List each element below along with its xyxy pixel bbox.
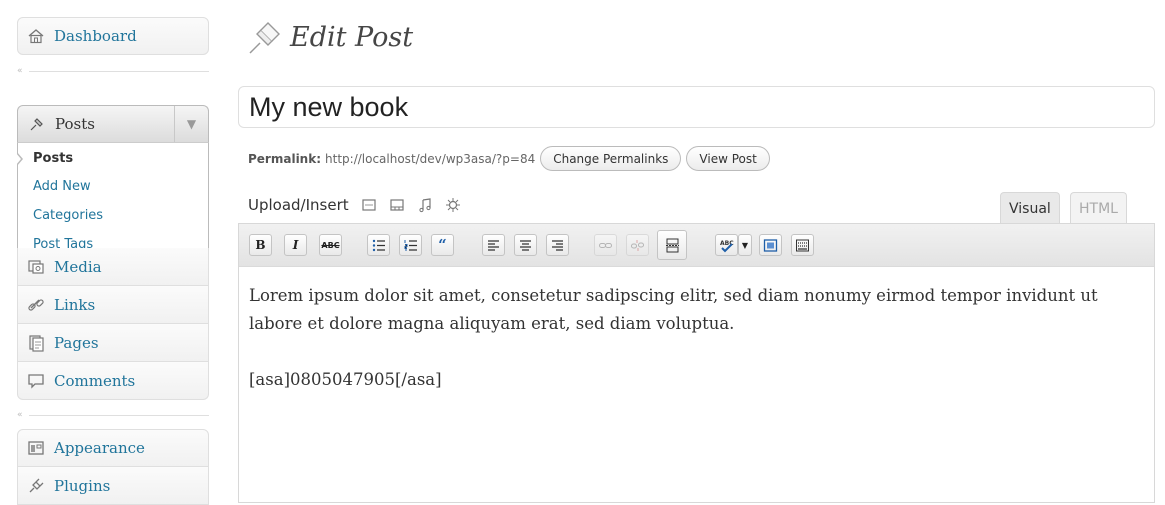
sidebar-item-links[interactable]: Links bbox=[17, 286, 209, 324]
fullscreen-button[interactable] bbox=[759, 234, 782, 256]
sidebar-item-comments[interactable]: Comments bbox=[17, 362, 209, 400]
home-icon bbox=[27, 27, 45, 45]
page-title: Edit Post bbox=[290, 22, 414, 53]
permalink-row: Permalink: http://localhost/dev/wp3asa/?… bbox=[248, 146, 770, 171]
spellcheck-dropdown-icon[interactable]: ▼ bbox=[738, 234, 752, 256]
spellcheck-button[interactable]: ABC bbox=[715, 234, 738, 256]
add-audio-icon[interactable] bbox=[417, 197, 433, 213]
pages-icon bbox=[27, 334, 45, 352]
kitchen-sink-button[interactable] bbox=[791, 234, 814, 256]
bullet-list-icon bbox=[372, 239, 385, 251]
sidebar-item-appearance[interactable]: Appearance bbox=[17, 429, 209, 467]
comment-bubble-icon bbox=[27, 372, 45, 390]
bold-button[interactable]: B bbox=[249, 234, 272, 256]
unlink-icon bbox=[631, 239, 644, 251]
sidebar-item-media[interactable]: Media bbox=[17, 248, 209, 286]
sidebar-item-label: Plugins bbox=[54, 477, 111, 495]
collapse-icon[interactable]: « bbox=[17, 66, 23, 76]
menu-separator: « bbox=[17, 409, 209, 421]
link-icon bbox=[27, 296, 45, 314]
tab-visual[interactable]: Visual bbox=[1000, 192, 1060, 224]
align-left-icon bbox=[488, 239, 499, 251]
editor-content[interactable]: Lorem ipsum dolor sit amet, consetetur s… bbox=[249, 282, 1134, 422]
permalink-url[interactable]: http://localhost/dev/wp3asa/?p=84 bbox=[325, 152, 535, 166]
sidebar-item-label: Dashboard bbox=[54, 27, 137, 45]
upload-insert-row: Upload/Insert bbox=[248, 196, 461, 214]
post-title-input[interactable] bbox=[238, 86, 1155, 128]
align-center-button[interactable] bbox=[514, 234, 537, 256]
italic-button[interactable]: I bbox=[284, 234, 307, 256]
content-paragraph: [asa]0805047905[/asa] bbox=[249, 370, 442, 389]
pushpin-icon bbox=[249, 22, 280, 54]
sidebar-item-plugins[interactable]: Plugins bbox=[17, 467, 209, 505]
current-arrow-icon bbox=[16, 152, 23, 166]
add-image-icon[interactable] bbox=[361, 197, 377, 213]
upload-insert-label: Upload/Insert bbox=[248, 196, 349, 214]
insert-more-button[interactable] bbox=[657, 230, 687, 260]
numbered-list-icon bbox=[404, 239, 417, 251]
blockquote-button[interactable]: “ bbox=[431, 234, 454, 256]
media-icon bbox=[27, 258, 45, 276]
sidebar-item-pages[interactable]: Pages bbox=[17, 324, 209, 362]
svg-text:ABC: ABC bbox=[720, 240, 734, 247]
add-media-icon[interactable] bbox=[445, 197, 461, 213]
sidebar-item-label: Appearance bbox=[54, 439, 145, 457]
appearance-icon bbox=[27, 439, 45, 457]
view-post-button[interactable]: View Post bbox=[686, 146, 770, 171]
permalink-label: Permalink: bbox=[248, 151, 322, 166]
align-left-button[interactable] bbox=[482, 234, 505, 256]
spellcheck-icon: ABC bbox=[720, 240, 734, 252]
plug-icon bbox=[27, 477, 45, 495]
change-permalinks-button[interactable]: Change Permalinks bbox=[540, 146, 682, 171]
editor-toolbar: B I ABC “ ABC ▼ bbox=[239, 224, 1154, 267]
posts-submenu: Posts Add New Categories Post Tags bbox=[16, 142, 209, 259]
sidebar-item-dashboard[interactable]: Dashboard bbox=[17, 17, 209, 55]
chevron-down-icon[interactable]: ▼ bbox=[174, 106, 208, 142]
kitchen-sink-icon bbox=[796, 239, 809, 251]
collapse-icon[interactable]: « bbox=[17, 410, 23, 420]
add-video-icon[interactable] bbox=[389, 197, 405, 213]
menu-separator: « bbox=[17, 65, 209, 77]
unlink-button[interactable] bbox=[626, 234, 649, 256]
more-tag-icon bbox=[665, 238, 679, 252]
pushpin-icon bbox=[28, 115, 46, 133]
sidebar-item-label: Posts bbox=[55, 115, 95, 133]
insert-link-button[interactable] bbox=[594, 234, 617, 256]
bullet-list-button[interactable] bbox=[367, 234, 390, 256]
submenu-item-posts[interactable]: Posts bbox=[33, 151, 73, 166]
sidebar-item-label: Links bbox=[54, 296, 96, 314]
tab-html[interactable]: HTML bbox=[1070, 192, 1127, 224]
numbered-list-button[interactable] bbox=[399, 234, 422, 256]
submenu-item-categories[interactable]: Categories bbox=[33, 208, 103, 223]
content-paragraph: Lorem ipsum dolor sit amet, consetetur s… bbox=[249, 286, 1098, 333]
post-editor[interactable]: B I ABC “ ABC ▼ Lorem ipsum dolor sit am… bbox=[238, 223, 1155, 503]
align-center-icon bbox=[520, 239, 531, 251]
align-right-icon bbox=[552, 239, 563, 251]
sidebar-item-label: Media bbox=[54, 258, 102, 276]
align-right-button[interactable] bbox=[546, 234, 569, 256]
fullscreen-icon bbox=[763, 238, 778, 252]
sidebar-item-label: Pages bbox=[54, 334, 99, 352]
sidebar-item-label: Comments bbox=[54, 372, 136, 390]
strikethrough-button[interactable]: ABC bbox=[319, 234, 342, 256]
submenu-item-add-new[interactable]: Add New bbox=[33, 179, 91, 194]
sidebar-item-posts[interactable]: Posts ▼ bbox=[17, 105, 209, 142]
link-icon bbox=[599, 242, 612, 248]
